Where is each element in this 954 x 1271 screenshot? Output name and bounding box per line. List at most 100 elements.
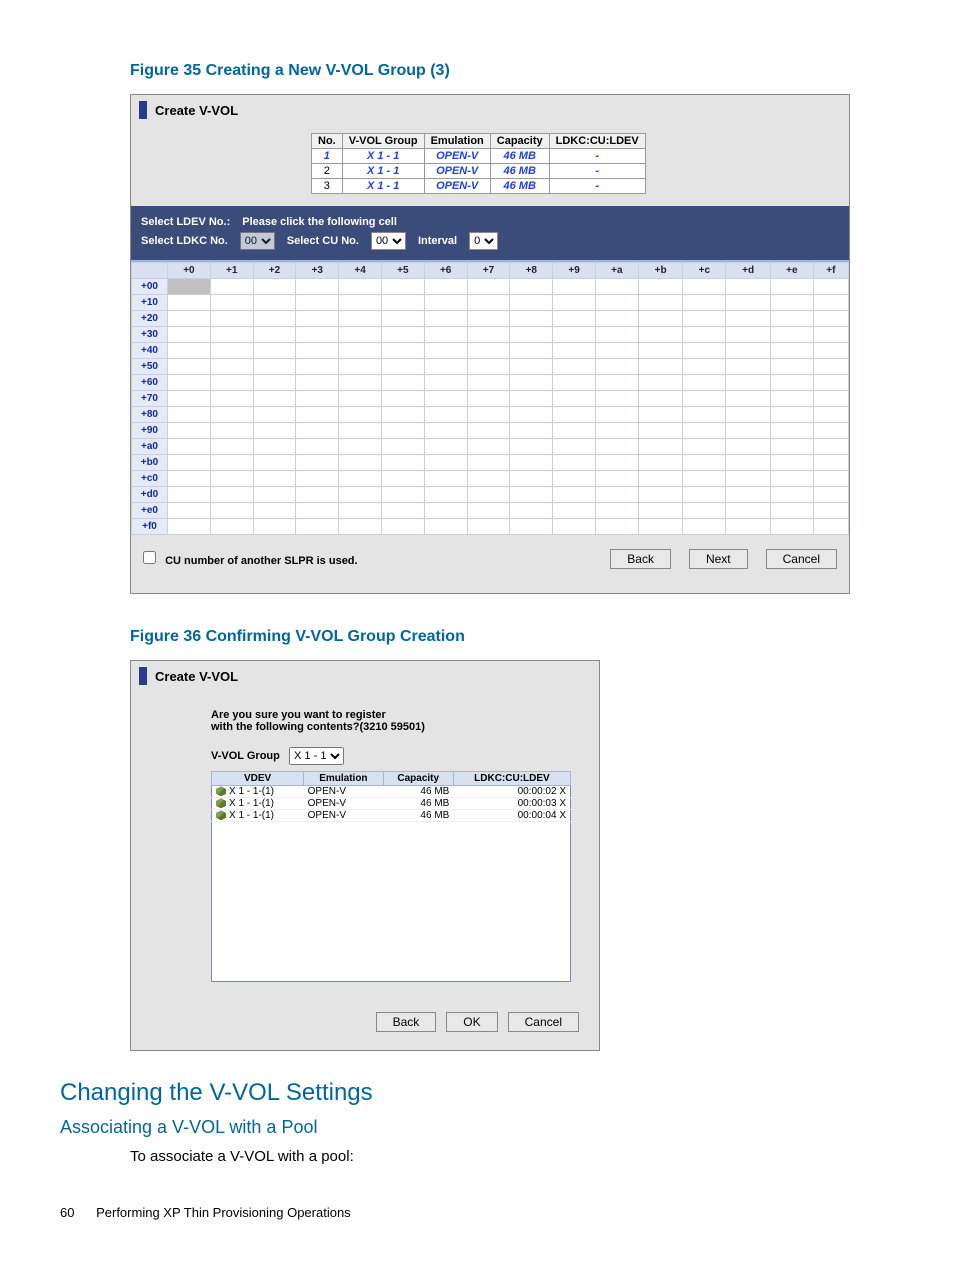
grid-cell[interactable]: [638, 423, 683, 439]
grid-cell[interactable]: [467, 327, 510, 343]
grid-cell[interactable]: [168, 295, 211, 311]
grid-cell[interactable]: [339, 503, 382, 519]
grid-cell[interactable]: [510, 279, 553, 295]
grid-cell[interactable]: [813, 439, 848, 455]
grid-cell[interactable]: [381, 503, 424, 519]
grid-cell[interactable]: [467, 407, 510, 423]
grid-cell[interactable]: [424, 471, 467, 487]
grid-cell[interactable]: [424, 375, 467, 391]
grid-cell[interactable]: [683, 327, 726, 343]
grid-cell[interactable]: [595, 519, 638, 535]
grid-cell[interactable]: [770, 519, 813, 535]
table-row[interactable]: X 1 - 1-(1) OPEN-V 46 MB 00:00:03 X: [212, 798, 571, 810]
grid-cell[interactable]: [683, 375, 726, 391]
grid-cell[interactable]: [683, 391, 726, 407]
grid-cell[interactable]: [168, 327, 211, 343]
back-button[interactable]: Back: [376, 1012, 437, 1032]
grid-cell[interactable]: [726, 407, 771, 423]
grid-cell[interactable]: [683, 279, 726, 295]
grid-cell[interactable]: [168, 311, 211, 327]
grid-cell[interactable]: [253, 295, 296, 311]
grid-cell[interactable]: [510, 455, 553, 471]
grid-cell[interactable]: [467, 423, 510, 439]
grid-cell[interactable]: [467, 519, 510, 535]
grid-cell[interactable]: [381, 487, 424, 503]
cancel-button[interactable]: Cancel: [508, 1012, 579, 1032]
grid-cell[interactable]: [510, 327, 553, 343]
grid-cell[interactable]: [381, 279, 424, 295]
grid-cell[interactable]: [253, 471, 296, 487]
grid-cell[interactable]: [510, 503, 553, 519]
grid-cell[interactable]: [253, 311, 296, 327]
grid-cell[interactable]: [813, 487, 848, 503]
grid-cell[interactable]: [726, 423, 771, 439]
grid-cell[interactable]: [424, 439, 467, 455]
grid-cell[interactable]: [726, 471, 771, 487]
grid-cell[interactable]: [683, 407, 726, 423]
grid-cell[interactable]: [510, 311, 553, 327]
grid-cell[interactable]: [339, 375, 382, 391]
grid-cell[interactable]: [467, 295, 510, 311]
grid-cell[interactable]: [726, 503, 771, 519]
grid-cell[interactable]: [813, 375, 848, 391]
grid-cell[interactable]: [296, 487, 339, 503]
grid-cell[interactable]: [638, 439, 683, 455]
grid-cell[interactable]: [510, 519, 553, 535]
grid-cell[interactable]: [168, 375, 211, 391]
grid-cell[interactable]: [510, 439, 553, 455]
grid-cell[interactable]: [381, 407, 424, 423]
grid-cell[interactable]: [253, 503, 296, 519]
cancel-button[interactable]: Cancel: [766, 549, 837, 569]
grid-cell[interactable]: [168, 343, 211, 359]
grid-cell[interactable]: [638, 343, 683, 359]
grid-cell[interactable]: [638, 407, 683, 423]
grid-cell[interactable]: [168, 359, 211, 375]
grid-cell[interactable]: [553, 455, 596, 471]
grid-cell[interactable]: [467, 375, 510, 391]
grid-cell[interactable]: [683, 311, 726, 327]
grid-cell[interactable]: [553, 311, 596, 327]
grid-cell[interactable]: [296, 439, 339, 455]
grid-cell[interactable]: [726, 487, 771, 503]
grid-cell[interactable]: [296, 311, 339, 327]
grid-cell[interactable]: [339, 279, 382, 295]
grid-cell[interactable]: [726, 295, 771, 311]
grid-cell[interactable]: [296, 359, 339, 375]
grid-cell[interactable]: [770, 327, 813, 343]
grid-cell[interactable]: [683, 423, 726, 439]
grid-cell[interactable]: [813, 311, 848, 327]
grid-cell[interactable]: [813, 295, 848, 311]
grid-cell[interactable]: [595, 471, 638, 487]
grid-cell[interactable]: [595, 295, 638, 311]
grid-cell[interactable]: [726, 343, 771, 359]
grid-cell[interactable]: [553, 391, 596, 407]
grid-cell[interactable]: [770, 423, 813, 439]
grid-cell[interactable]: [424, 327, 467, 343]
grid-cell[interactable]: [638, 279, 683, 295]
grid-cell[interactable]: [424, 343, 467, 359]
grid-cell[interactable]: [595, 455, 638, 471]
grid-cell[interactable]: [595, 375, 638, 391]
grid-cell[interactable]: [770, 407, 813, 423]
grid-cell[interactable]: [553, 503, 596, 519]
grid-cell[interactable]: [210, 343, 253, 359]
grid-cell[interactable]: [339, 423, 382, 439]
grid-cell[interactable]: [553, 375, 596, 391]
grid-cell[interactable]: [381, 343, 424, 359]
grid-cell[interactable]: [813, 407, 848, 423]
grid-cell[interactable]: [638, 471, 683, 487]
grid-cell[interactable]: [424, 391, 467, 407]
grid-cell[interactable]: [467, 503, 510, 519]
grid-cell[interactable]: [638, 359, 683, 375]
grid-cell[interactable]: [553, 295, 596, 311]
grid-cell[interactable]: [683, 439, 726, 455]
grid-cell[interactable]: [210, 311, 253, 327]
vvol-group-select[interactable]: X 1 - 1: [289, 747, 344, 765]
grid-cell[interactable]: [553, 519, 596, 535]
grid-cell[interactable]: [683, 487, 726, 503]
grid-cell[interactable]: [638, 519, 683, 535]
grid-cell[interactable]: [770, 455, 813, 471]
grid-cell[interactable]: [510, 471, 553, 487]
grid-cell[interactable]: [296, 471, 339, 487]
grid-cell[interactable]: [424, 295, 467, 311]
